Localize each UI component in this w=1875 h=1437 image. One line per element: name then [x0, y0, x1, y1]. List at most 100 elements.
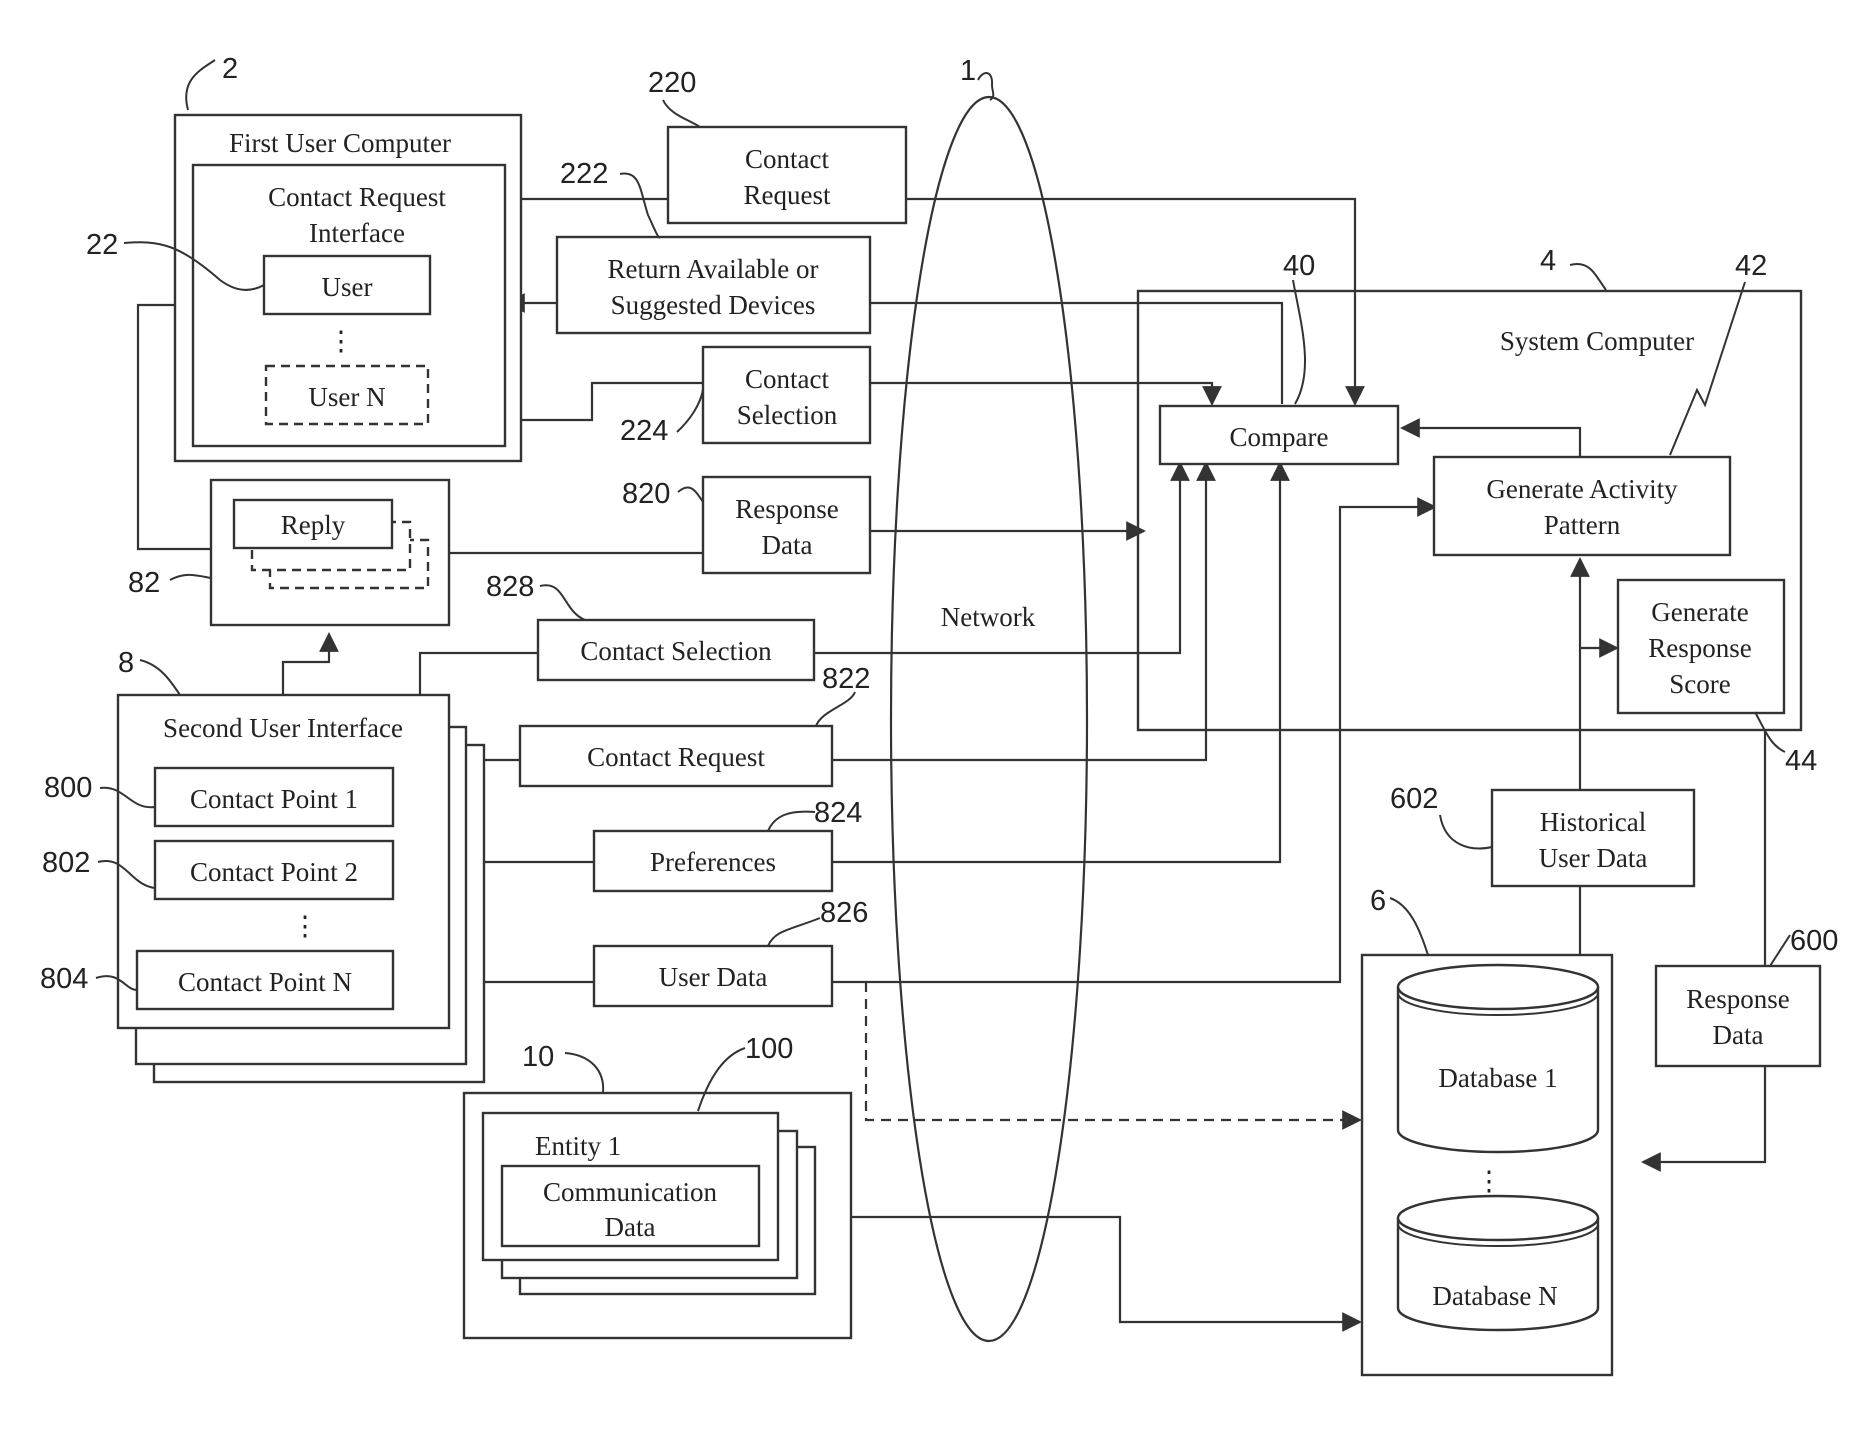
first-user-ref: 2	[222, 53, 238, 85]
network-ref: 1	[960, 55, 976, 87]
entity-ref: 10	[522, 1041, 554, 1073]
system-computer-title: System Computer	[1500, 326, 1694, 356]
compare-leader	[1292, 279, 1306, 405]
line-response-data-to-database	[1641, 1066, 1767, 1172]
line-second-ui-to-contact-selection	[418, 651, 538, 695]
return-devices-ref: 222	[560, 158, 608, 190]
response-data-600-group[interactable]: Response Data 600	[1654, 925, 1838, 1068]
line-user-data-to-activity-pattern	[832, 497, 1437, 984]
entity-inner-ref: 100	[745, 1033, 793, 1065]
compare-ref: 40	[1283, 250, 1315, 282]
user-data-ref: 826	[820, 897, 868, 929]
response-data-600-ref: 600	[1790, 925, 1838, 957]
contact-selection-bottom-leader	[539, 584, 586, 621]
response-data-600-leader	[1769, 934, 1791, 967]
line-interface-to-contact-selection	[505, 381, 703, 422]
communication-data-line1: Communication	[543, 1177, 717, 1207]
message-contact-selection-828[interactable]: Contact Selection 828	[486, 571, 816, 682]
response-data-600-line2: Data	[1713, 1020, 1764, 1050]
historical-user-data-group[interactable]: Historical User Data 602	[1390, 783, 1696, 888]
user-ellipsis: ⋮	[328, 326, 355, 356]
user-data-label: User Data	[659, 962, 768, 992]
user-ref: 22	[86, 229, 118, 261]
network-leader	[977, 72, 995, 101]
database-1-label: Database 1	[1438, 1063, 1557, 1093]
database-n-top	[1396, 1194, 1600, 1242]
second-user-interface[interactable]: Second User Interface Contact Point 1 Co…	[40, 647, 486, 1084]
response-score-leader	[1754, 711, 1786, 753]
message-contact-request-220[interactable]: Contact Request 220	[648, 67, 908, 225]
second-ui-title: Second User Interface	[163, 713, 403, 743]
response-data-820-line1: Response	[735, 494, 839, 524]
contact-point-1-label: Contact Point 1	[190, 784, 358, 814]
historical-ref: 602	[1390, 783, 1438, 815]
contact-selection-bottom-ref: 828	[486, 571, 534, 603]
activity-pattern-line1: Generate Activity	[1486, 474, 1678, 504]
contact-request-leader	[662, 99, 701, 128]
patent-diagram: Network 1 First User Computer Contact Re…	[40, 53, 1838, 1377]
interface-title-line2: Interface	[309, 218, 405, 248]
message-contact-selection-224[interactable]: Contact Selection 224	[620, 345, 872, 447]
first-user-computer[interactable]: First User Computer Contact Request Inte…	[86, 53, 523, 463]
response-data-600-line1: Response	[1686, 984, 1790, 1014]
preferences-leader	[767, 810, 816, 832]
message-response-data-820[interactable]: Response Data 820	[622, 475, 872, 575]
reply-leader	[169, 573, 212, 581]
line-activity-pattern-to-compare	[1400, 418, 1582, 456]
response-score-line3: Score	[1669, 669, 1730, 699]
line-entity-to-database	[851, 1215, 1362, 1332]
response-data-600-box[interactable]	[1654, 964, 1822, 1068]
first-user-computer-title: First User Computer	[229, 128, 451, 158]
contact-selection-top-leader	[676, 389, 704, 433]
activity-pattern-leader	[1669, 281, 1746, 456]
database-ellipsis: ⋮	[1476, 1166, 1503, 1196]
contact-selection-top-line2: Selection	[737, 400, 838, 430]
user-n-label: User N	[308, 382, 385, 412]
line-contact-request-to-compare	[906, 197, 1365, 406]
contact-selection-bottom-label: Contact Selection	[580, 636, 772, 666]
second-ui-leader	[139, 659, 181, 696]
contact-request-bottom-label: Contact Request	[587, 742, 765, 772]
network-ellipse	[889, 95, 1089, 1343]
contact-request-bottom-ref: 822	[822, 663, 870, 695]
message-user-data-826[interactable]: User Data 826	[592, 897, 868, 1008]
message-contact-request-822[interactable]: Contact Request 822	[518, 663, 870, 788]
contact-point-1-ref: 800	[44, 772, 92, 804]
reply-group[interactable]: Reply 82	[128, 478, 451, 627]
database-group[interactable]: 6 Database 1 ⋮ Database N	[1360, 885, 1614, 1377]
activity-pattern-box[interactable]	[1432, 455, 1732, 557]
compare-label: Compare	[1230, 422, 1329, 452]
reply-label: Reply	[281, 510, 346, 540]
contact-point-n-ref: 804	[40, 963, 88, 995]
database-n[interactable]: Database N	[1396, 1194, 1600, 1332]
contact-point-2-ref: 802	[42, 847, 90, 879]
response-score-line1: Generate	[1651, 597, 1748, 627]
message-preferences-824[interactable]: Preferences 824	[592, 797, 862, 893]
contact-point-ellipsis: ⋮	[292, 911, 319, 941]
response-data-820-ref: 820	[622, 478, 670, 510]
contact-request-line1: Contact	[745, 144, 829, 174]
preferences-label: Preferences	[650, 847, 776, 877]
system-computer[interactable]: System Computer 4 Compare 40 Generate Ac…	[1136, 245, 1817, 777]
system-computer-leader	[1569, 263, 1607, 291]
response-score-line2: Response	[1648, 633, 1752, 663]
interface-title-line1: Contact Request	[268, 182, 446, 212]
activity-pattern-ref: 42	[1735, 250, 1767, 282]
line-second-ui-to-reply	[281, 632, 339, 695]
database-ref: 6	[1370, 885, 1386, 917]
contact-selection-top-ref: 224	[620, 415, 668, 447]
return-devices-line1: Return Available or	[608, 254, 819, 284]
database-1-top	[1396, 963, 1600, 1011]
system-computer-ref: 4	[1540, 245, 1556, 277]
database-n-label: Database N	[1432, 1281, 1557, 1311]
database-leader	[1389, 897, 1429, 956]
contact-point-2-label: Contact Point 2	[190, 857, 358, 887]
entity-group[interactable]: Entity 1 Communication Data 10 100	[462, 1033, 853, 1340]
second-ui-ref: 8	[118, 647, 134, 679]
activity-pattern-line2: Pattern	[1544, 510, 1621, 540]
network-label: Network	[941, 602, 1036, 632]
line-compare-to-return-devices	[870, 301, 1284, 404]
response-score-ref: 44	[1785, 745, 1817, 777]
database-1[interactable]: Database 1	[1396, 963, 1600, 1154]
entity-1-title: Entity 1	[535, 1131, 621, 1161]
